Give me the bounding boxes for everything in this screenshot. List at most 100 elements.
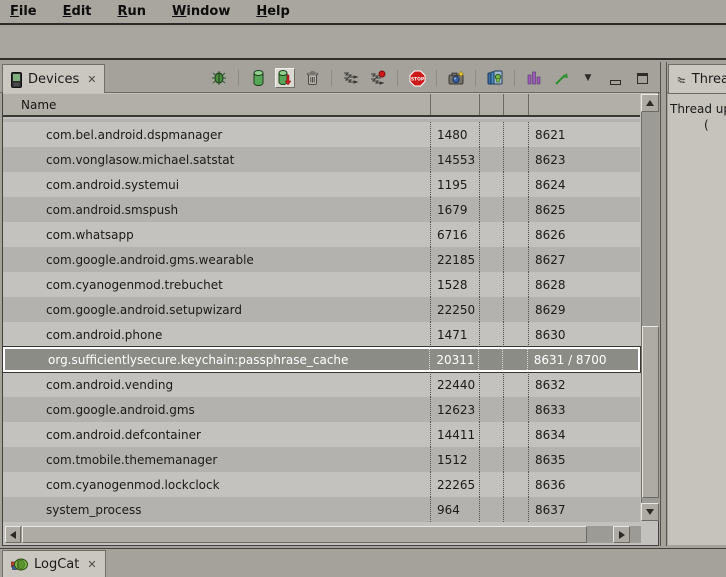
cell-name: com.whatsapp: [3, 222, 430, 247]
cell-port: 8632: [528, 372, 640, 397]
cell-a: [479, 447, 503, 472]
cell-a: [479, 397, 503, 422]
stop-process-icon[interactable]: STOP: [407, 68, 427, 88]
cell-a: [479, 472, 503, 497]
cell-name: com.cyanogenmod.lockclock: [3, 472, 430, 497]
threads-tabbar: Threa: [667, 62, 726, 93]
table-row[interactable]: system_process9648637: [3, 497, 640, 522]
close-icon[interactable]: ✕: [87, 558, 96, 571]
dump-hprof-icon[interactable]: [275, 68, 295, 88]
menu-help[interactable]: Help: [256, 4, 289, 19]
menu-edit[interactable]: Edit: [63, 4, 92, 19]
update-heap-icon[interactable]: [248, 68, 268, 88]
cell-port: 8633: [528, 397, 640, 422]
cell-b: [503, 122, 528, 147]
toolbar-separator: [475, 70, 476, 86]
cell-pid: 22185: [430, 247, 479, 272]
table-row[interactable]: com.google.android.gms126238633: [3, 397, 640, 422]
cell-b: [503, 197, 528, 222]
close-icon[interactable]: ✕: [87, 73, 96, 86]
table-row[interactable]: com.google.android.gms.wearable221858627: [3, 247, 640, 272]
menu-run[interactable]: Run: [118, 4, 147, 19]
tab-logcat-label: LogCat: [34, 557, 79, 572]
tab-threads-label: Threa: [692, 72, 726, 87]
menubar: File Edit Run Window Help: [0, 0, 726, 25]
view-menu-icon[interactable]: ▼: [578, 68, 598, 88]
svg-text:STOP: STOP: [410, 76, 424, 82]
column-header-pid[interactable]: [430, 94, 479, 115]
menu-file[interactable]: File: [10, 4, 37, 19]
process-list: com.bel.android.dspmanager14808621com.vo…: [3, 122, 640, 522]
start-method-profiling-icon[interactable]: [368, 68, 388, 88]
table-header: Name: [3, 94, 640, 117]
cell-pid: 964: [430, 497, 479, 522]
cause-gc-icon[interactable]: [302, 68, 322, 88]
column-header-blank2[interactable]: [503, 94, 528, 115]
menu-window[interactable]: Window: [172, 4, 230, 19]
cell-pid: 20311: [429, 349, 478, 370]
logcat-panel: LogCat ✕: [0, 548, 726, 577]
table-row[interactable]: com.tmobile.thememanager15128635: [3, 447, 640, 472]
cell-a: [479, 322, 503, 347]
cell-pid: 6716: [430, 222, 479, 247]
column-header-blank1[interactable]: [479, 94, 503, 115]
table-row[interactable]: com.google.android.setupwizard222508629: [3, 297, 640, 322]
column-header-name[interactable]: Name: [3, 94, 430, 115]
table-row[interactable]: com.android.defcontainer144118634: [3, 422, 640, 447]
debug-process-icon[interactable]: [209, 68, 229, 88]
cell-port: 8628: [528, 272, 640, 297]
scroll-left-button[interactable]: [5, 526, 21, 543]
cell-a: [479, 197, 503, 222]
cell-port: 8621: [528, 122, 640, 147]
threads-icon: [677, 73, 686, 87]
cell-name: system_process: [3, 497, 430, 522]
cell-name: com.google.android.gms: [3, 397, 430, 422]
minimize-icon[interactable]: [605, 68, 625, 88]
cell-a: [479, 122, 503, 147]
cell-name: com.android.vending: [3, 372, 430, 397]
cell-port: 8626: [528, 222, 640, 247]
tab-logcat[interactable]: LogCat ✕: [2, 550, 106, 577]
cell-name: com.bel.android.dspmanager: [3, 122, 430, 147]
threads-message: Thread up (: [668, 93, 726, 545]
update-threads-icon[interactable]: [341, 68, 361, 88]
cell-b: [503, 472, 528, 497]
table-row[interactable]: com.bel.android.dspmanager14808621: [3, 122, 640, 147]
scroll-down-button[interactable]: [641, 503, 659, 521]
tracer-arrow-icon[interactable]: [551, 68, 571, 88]
cell-port: 8624: [528, 172, 640, 197]
sysinfo-columns-icon[interactable]: [524, 68, 544, 88]
cell-b: [503, 147, 528, 172]
table-row[interactable]: com.android.systemui11958624: [3, 172, 640, 197]
table-row[interactable]: com.android.phone14718630: [3, 322, 640, 347]
table-row[interactable]: com.android.smspush16798625: [3, 197, 640, 222]
table-row[interactable]: org.sufficientlysecure.keychain:passphra…: [3, 347, 640, 372]
table-row[interactable]: com.whatsapp6716 8626: [3, 222, 640, 247]
tab-threads[interactable]: Threa: [668, 64, 726, 94]
scroll-up-button[interactable]: [641, 94, 659, 112]
cell-b: [503, 422, 528, 447]
table-row[interactable]: com.vonglasow.michael.satstat145538623: [3, 147, 640, 172]
cell-name: com.tmobile.thememanager: [3, 447, 430, 472]
cell-b: [503, 447, 528, 472]
table-row[interactable]: com.cyanogenmod.lockclock222658636: [3, 472, 640, 497]
column-header-port[interactable]: [528, 94, 640, 115]
scroll-right-button[interactable]: [613, 526, 630, 543]
screen-capture-icon[interactable]: [446, 68, 466, 88]
cell-pid: 1471: [430, 322, 479, 347]
vertical-scrollbar-track[interactable]: [641, 112, 659, 503]
devices-tabbar: Devices ✕: [0, 62, 660, 93]
device-view-icon[interactable]: [485, 68, 505, 88]
tab-devices[interactable]: Devices ✕: [2, 64, 105, 94]
table-row[interactable]: com.android.vending224408632: [3, 372, 640, 397]
cell-pid: 14553: [430, 147, 479, 172]
table-row[interactable]: com.cyanogenmod.trebuchet15288628: [3, 272, 640, 297]
toolbar-separator: [238, 70, 239, 86]
horizontal-scrollbar-thumb[interactable]: [22, 526, 587, 543]
devices-panel: Devices ✕: [0, 62, 661, 546]
maximize-icon[interactable]: [632, 68, 652, 88]
vertical-scrollbar-thumb[interactable]: [642, 326, 659, 498]
horizontal-scrollbar-track[interactable]: [5, 526, 641, 543]
cell-port: 8631 / 8700: [527, 349, 638, 370]
cell-pid: 1679: [430, 197, 479, 222]
